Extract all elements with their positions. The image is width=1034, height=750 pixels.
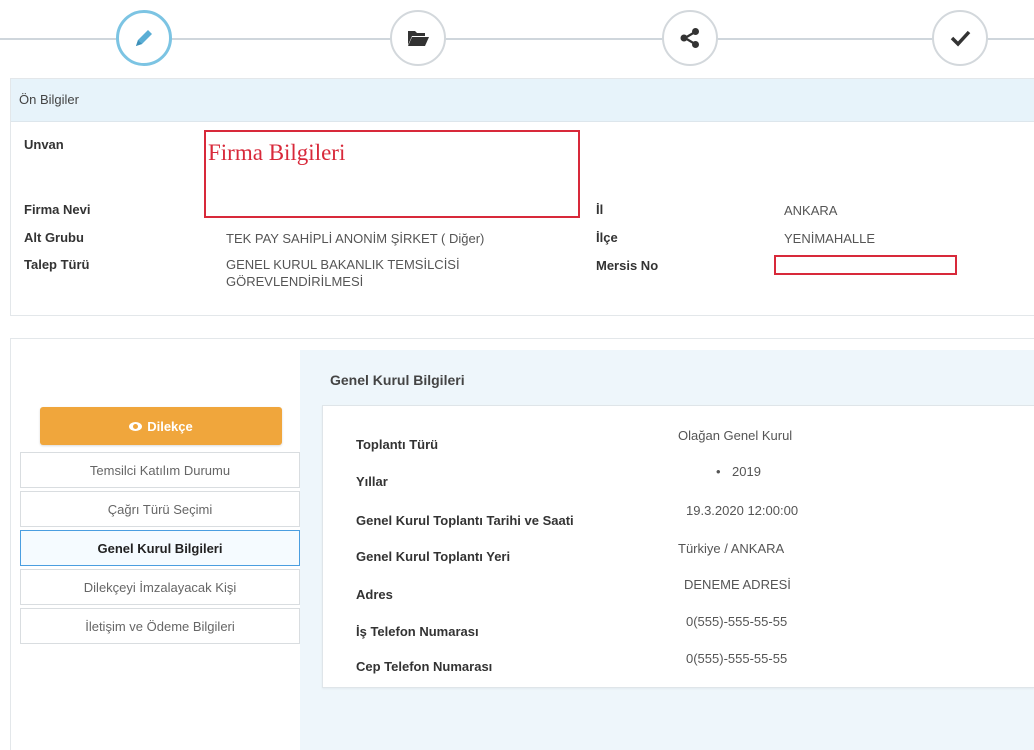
alt-grubu-label: Alt Grubu xyxy=(24,230,84,245)
step-share[interactable] xyxy=(662,10,718,66)
eye-icon xyxy=(129,421,143,431)
cep-tel-value: 0(555)-555-55-55 xyxy=(686,651,788,666)
toplanti-turu-value: Olağan Genel Kurul xyxy=(678,428,793,443)
adres-label: Adres xyxy=(356,587,393,602)
adres-value: DENEME ADRESİ xyxy=(684,577,791,592)
step-edit[interactable] xyxy=(116,10,172,66)
dilekce-button[interactable]: Dilekçe xyxy=(40,407,282,445)
yer-value: Türkiye / ANKARA xyxy=(678,541,785,556)
il-value: ANKARA xyxy=(784,203,838,218)
dilekce-label: Dilekçe xyxy=(147,418,193,434)
toplanti-turu-label: Toplantı Türü xyxy=(356,437,439,452)
sidebar-item-cagri[interactable]: Çağrı Türü Seçimi xyxy=(20,491,300,527)
sidebar-item-temsilci[interactable]: Temsilci Katılım Durumu xyxy=(20,452,300,488)
check-icon xyxy=(950,30,971,47)
sidebar-menu: Temsilci Katılım Durumu Çağrı Türü Seçim… xyxy=(20,452,300,647)
ilce-value: YENİMAHALLE xyxy=(784,231,876,246)
folder-open-icon xyxy=(408,31,429,46)
talep-turu-label: Talep Türü xyxy=(24,257,90,272)
wizard-steps xyxy=(0,0,1034,78)
sidebar-item-iletisim[interactable]: İletişim ve Ödeme Bilgileri xyxy=(20,608,300,644)
talep-turu-line2: GÖREVLENDİRİLMESİ xyxy=(226,274,364,289)
ilce-label: İlçe xyxy=(596,230,618,245)
tarih-label: Genel Kurul Toplantı Tarihi ve Saati xyxy=(356,513,574,528)
sidebar-item-imzalayacak[interactable]: Dilekçeyi İmzalayacak Kişi xyxy=(20,569,300,605)
cep-tel-label: Cep Telefon Numarası xyxy=(356,659,493,674)
share-icon xyxy=(680,28,699,48)
talep-turu-value: GENEL KURUL BAKANLIK TEMSİLCİSİ GÖREVLEN… xyxy=(226,256,460,290)
alt-grubu-value: TEK PAY SAHİPLİ ANONİM ŞİRKET ( Diğer) xyxy=(226,231,485,246)
unvan-label: Unvan xyxy=(24,137,64,152)
talep-turu-line1: GENEL KURUL BAKANLIK TEMSİLCİSİ xyxy=(226,257,460,272)
is-tel-value: 0(555)-555-55-55 xyxy=(686,614,788,629)
firma-annotation: Firma Bilgileri xyxy=(208,140,346,165)
mersis-label: Mersis No xyxy=(596,258,659,273)
yillar-value: 2019 xyxy=(732,464,761,479)
sidebar-item-genel-kurul[interactable]: Genel Kurul Bilgileri xyxy=(20,530,300,566)
yillar-bullet: • xyxy=(716,464,721,479)
pencil-icon xyxy=(136,30,152,46)
tarih-value: 19.3.2020 12:00:00 xyxy=(686,503,799,518)
yer-label: Genel Kurul Toplantı Yeri xyxy=(356,549,511,564)
mersis-redaction-box xyxy=(774,255,957,275)
yillar-label: Yıllar xyxy=(356,474,388,489)
on-bilgiler-heading: Ön Bilgiler xyxy=(11,79,1034,122)
step-folder[interactable] xyxy=(390,10,446,66)
genel-kurul-heading: Genel Kurul Bilgileri xyxy=(330,372,465,388)
il-label: İl xyxy=(596,202,604,217)
is-tel-label: İş Telefon Numarası xyxy=(356,624,479,639)
step-confirm[interactable] xyxy=(932,10,988,66)
firma-nevi-label: Firma Nevi xyxy=(24,202,91,217)
